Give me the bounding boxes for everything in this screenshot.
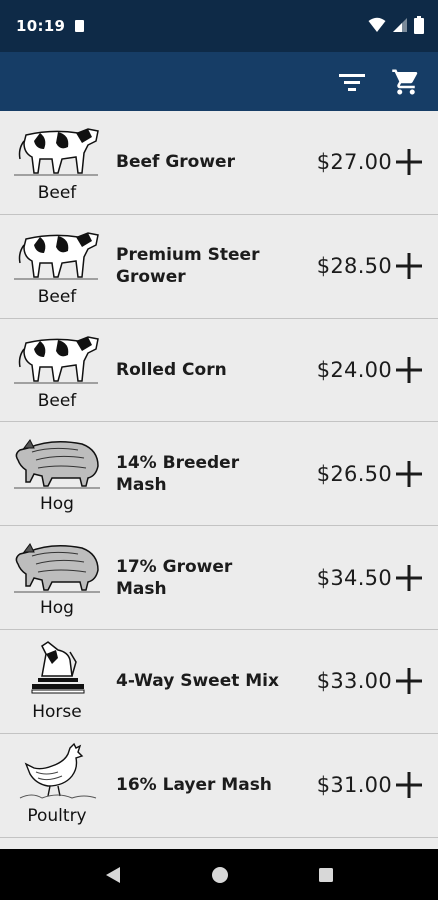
filter-icon <box>339 73 365 91</box>
cow-image <box>14 232 99 280</box>
product-price: $26.50 <box>316 461 392 486</box>
cell-signal-icon <box>393 18 407 32</box>
product-row[interactable]: Beef Beef Grower $27.00 <box>0 111 438 215</box>
add-to-cart-button[interactable] <box>392 145 426 179</box>
add-to-cart-button[interactable] <box>392 664 426 698</box>
status-icons <box>368 16 424 34</box>
product-price: $34.50 <box>316 565 392 590</box>
battery-icon <box>414 16 424 34</box>
cart-icon <box>392 69 418 94</box>
recents-icon[interactable] <box>318 867 334 883</box>
product-name: 17% Grower Mash <box>116 556 233 599</box>
sd-card-icon <box>75 20 85 32</box>
status-time: 10:19 <box>16 17 66 35</box>
product-name: 14% Breeder Mash <box>116 452 240 495</box>
add-to-cart-button[interactable] <box>392 249 426 283</box>
add-to-cart-button[interactable] <box>392 353 426 387</box>
product-category: Beef <box>37 390 77 411</box>
wifi-icon <box>368 17 386 32</box>
product-price: $33.00 <box>316 669 392 694</box>
product-row[interactable]: Beef Rolled Corn $24.00 <box>0 318 438 423</box>
system-nav-bar <box>0 849 438 900</box>
product-name: Premium Steer Grower <box>116 245 260 288</box>
add-to-cart-button[interactable] <box>392 561 426 595</box>
chicken-image <box>19 742 97 799</box>
product-category: Hog <box>40 494 74 515</box>
home-icon[interactable] <box>211 866 229 884</box>
product-name: 16% Layer Mash <box>116 775 272 796</box>
product-category: Horse <box>32 701 82 722</box>
product-category: Hog <box>40 598 74 619</box>
product-row[interactable]: Hog 14% Breeder Mash $26.50 <box>0 422 438 527</box>
product-row[interactable]: Hog 17% Grower Mash $34.50 <box>0 526 438 630</box>
product-name: 4-Way Sweet Mix <box>116 671 279 692</box>
add-to-cart-button[interactable] <box>392 768 426 802</box>
product-name: Beef Grower <box>116 152 235 173</box>
cart-button[interactable] <box>386 62 426 102</box>
product-row[interactable]: Horse 4-Way Sweet Mix $33.00 <box>0 629 438 734</box>
product-list: Beef Beef Grower $27.00 Beef Premium Ste… <box>0 111 438 849</box>
product-category: Beef <box>37 286 77 307</box>
product-price: $24.00 <box>316 357 392 382</box>
cow-image <box>14 335 99 384</box>
cow-image <box>14 128 99 176</box>
product-price: $31.00 <box>316 773 392 798</box>
hog-image <box>14 543 100 593</box>
status-bar: 10:19 <box>0 0 438 52</box>
add-to-cart-button[interactable] <box>392 457 426 491</box>
product-category: Poultry <box>27 805 87 826</box>
product-row[interactable]: Poultry 16% Layer Mash $31.00 <box>0 733 438 838</box>
app-bar <box>0 52 438 111</box>
product-price: $28.50 <box>316 254 392 279</box>
filter-button[interactable] <box>332 62 372 102</box>
horse-image <box>31 641 85 694</box>
product-category: Beef <box>37 183 77 203</box>
hog-image <box>14 439 100 489</box>
product-name: Rolled Corn <box>116 359 227 380</box>
back-icon[interactable] <box>104 865 122 885</box>
product-price: $27.00 <box>316 150 392 175</box>
product-row[interactable]: Beef Premium Steer Grower $28.50 <box>0 214 438 319</box>
